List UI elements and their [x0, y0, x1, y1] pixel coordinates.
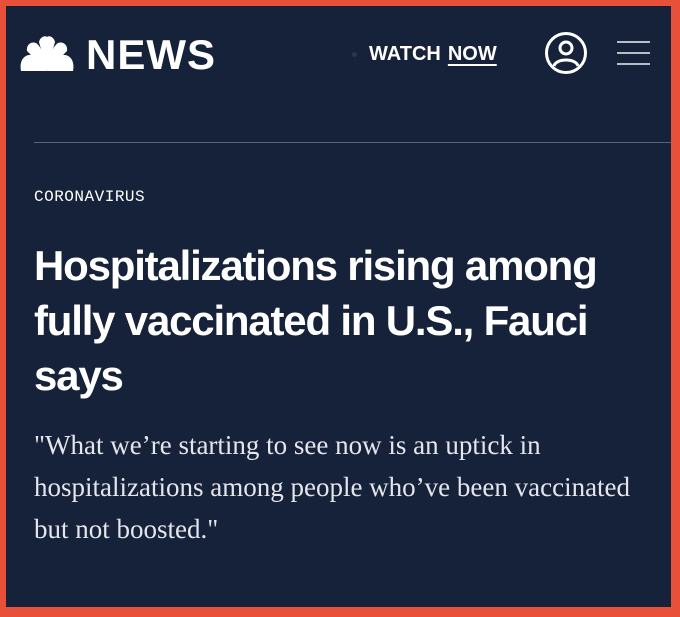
watch-label: WATCH: [369, 43, 441, 65]
account-icon[interactable]: [544, 31, 588, 75]
live-dot-icon: [352, 52, 357, 57]
site-header: NEWS WATCH NOW: [6, 6, 671, 106]
category-label[interactable]: CORONAVIRUS: [34, 188, 145, 206]
watch-now-link[interactable]: WATCH NOW: [352, 43, 497, 66]
nbc-news-logo[interactable]: NEWS: [18, 34, 216, 76]
hamburger-menu-icon[interactable]: [617, 40, 650, 66]
header-divider: [34, 142, 671, 143]
peacock-icon: [20, 36, 74, 71]
logo-text: NEWS: [86, 31, 216, 78]
now-label: NOW: [447, 43, 497, 65]
app-frame: NEWS WATCH NOW CORONAVIRUS Hospitalizati…: [6, 6, 671, 607]
article-headline[interactable]: Hospitalizations rising among fully vacc…: [34, 238, 644, 403]
article-dek: "What we’re starting to see now is an up…: [34, 430, 631, 544]
